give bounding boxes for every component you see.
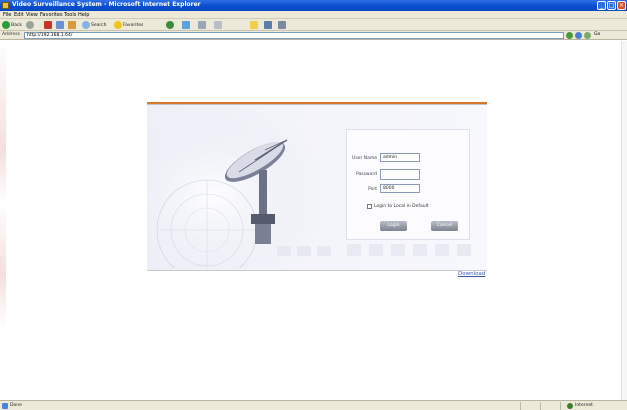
menu-view[interactable]: View — [26, 12, 38, 18]
decor-tile — [391, 244, 405, 256]
history-icon — [182, 21, 190, 29]
home-icon — [68, 21, 76, 29]
tools-button[interactable] — [278, 21, 286, 29]
cancel-button[interactable]: Cancel — [431, 221, 458, 231]
menu-favorites[interactable]: Favorites — [40, 12, 63, 18]
vertical-scrollbar[interactable] — [621, 41, 627, 400]
back-button[interactable]: Back — [2, 21, 22, 29]
back-arrow-icon — [2, 21, 10, 29]
status-text: Done — [10, 403, 22, 408]
back-label: Back — [11, 22, 22, 28]
port-label: Port — [368, 187, 377, 192]
menu-edit[interactable]: Edit — [14, 12, 24, 18]
mail-icon — [198, 21, 206, 29]
menu-help[interactable]: Help — [78, 12, 89, 18]
status-separator — [540, 402, 541, 410]
refresh-icon — [56, 21, 64, 29]
ie-app-icon — [2, 2, 9, 9]
tools-icon — [278, 21, 286, 29]
search-icon — [82, 21, 90, 29]
address-extra-icons — [566, 32, 591, 39]
internet-zone-icon — [567, 403, 573, 409]
decor-tile — [413, 244, 427, 256]
favorites-star-icon — [114, 21, 122, 29]
go-icon[interactable] — [566, 32, 573, 39]
window-title-bar[interactable]: Video Surveillance System - Microsoft In… — [0, 0, 627, 11]
username-input[interactable]: admin — [380, 153, 420, 162]
address-url: http://192.168.1.64/ — [27, 33, 73, 38]
close-button[interactable]: × — [617, 1, 626, 10]
search-label: Search — [91, 22, 107, 28]
forward-arrow-icon — [26, 21, 34, 29]
decor-tile — [435, 244, 449, 256]
login-form: User Name admin Password Port 8000 Login… — [346, 129, 470, 240]
go-label[interactable]: Go — [594, 32, 600, 37]
home-button[interactable] — [68, 21, 76, 29]
print-icon — [214, 21, 222, 29]
forward-button[interactable] — [26, 21, 34, 29]
media-icon — [166, 21, 174, 29]
address-input[interactable]: http://192.168.1.64/ — [24, 32, 564, 39]
status-separator — [560, 402, 561, 410]
messenger-button[interactable] — [264, 21, 272, 29]
download-link[interactable]: Download — [458, 271, 485, 277]
password-label: Password — [355, 172, 377, 177]
media-button[interactable] — [166, 21, 174, 29]
zone-text: Internet — [575, 403, 593, 408]
history-button[interactable] — [182, 21, 190, 29]
favorites-label: Favorites — [123, 22, 144, 28]
decor-tile — [347, 244, 361, 256]
favorites-button[interactable]: Favorites — [114, 21, 143, 29]
standard-toolbar: Back Search Favorites — [0, 19, 627, 31]
menu-file[interactable]: File — [3, 12, 11, 18]
left-watermark-stripe — [0, 41, 6, 400]
folder-button[interactable] — [250, 21, 258, 29]
decor-tile — [369, 244, 383, 256]
refresh-button[interactable] — [56, 21, 64, 29]
port-input[interactable]: 8000 — [380, 184, 420, 193]
satellite-dish-illustration — [147, 110, 337, 268]
panel-bottom-divider — [147, 270, 487, 271]
maximize-button[interactable]: □ — [607, 1, 616, 10]
window-title: Video Surveillance System - Microsoft In… — [12, 1, 201, 8]
remember-label: Login to Local in Default — [374, 204, 429, 209]
panel-top-divider — [147, 104, 487, 105]
mail-button[interactable] — [198, 21, 206, 29]
menu-bar: File Edit View Favorites Tools Help — [0, 11, 627, 19]
login-button[interactable]: Login — [380, 221, 407, 231]
remember-checkbox[interactable] — [367, 204, 372, 209]
menu-tools[interactable]: Tools — [64, 12, 76, 18]
extension-icon[interactable] — [584, 32, 591, 39]
stop-icon — [44, 21, 52, 29]
username-label: User Name — [352, 156, 377, 161]
page-icon — [2, 403, 8, 409]
address-label: Address — [2, 32, 20, 37]
decor-tile — [457, 244, 471, 256]
minimize-button[interactable]: _ — [597, 1, 606, 10]
status-separator — [520, 402, 521, 410]
status-bar: Done Internet — [0, 400, 627, 410]
address-bar: Address http://192.168.1.64/ Go — [0, 31, 627, 40]
print-button[interactable] — [214, 21, 222, 29]
links-icon[interactable] — [575, 32, 582, 39]
search-button[interactable]: Search — [82, 21, 106, 29]
messenger-icon — [264, 21, 272, 29]
stop-button[interactable] — [44, 21, 52, 29]
folder-icon — [250, 21, 258, 29]
password-input[interactable] — [380, 169, 420, 180]
